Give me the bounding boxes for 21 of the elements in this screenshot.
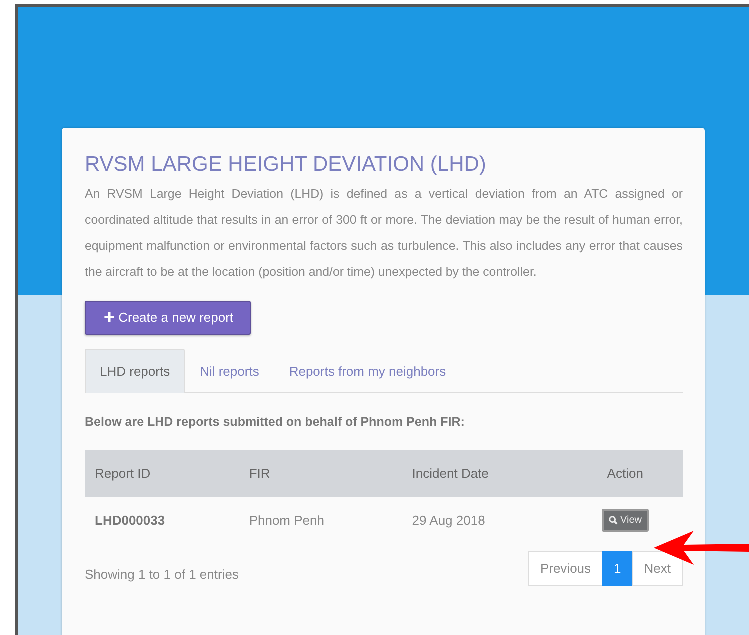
tab[interactable]: Nil reports xyxy=(185,348,274,394)
pagination-button[interactable]: Previous xyxy=(528,550,604,586)
column-header: Action xyxy=(568,450,683,497)
page-title: RVSM LARGE HEIGHT DEVIATION (LHD) xyxy=(85,152,488,178)
pagination-button[interactable]: Next xyxy=(632,550,683,586)
table-cell: LHD000033 xyxy=(85,496,240,544)
tab[interactable]: Reports from my neighbors xyxy=(274,348,462,394)
description: An RVSM Large Height Deviation (LHD) is defined as a vertical deviation from an ATC assigned or coordinated altitude that results in an error of 300 ft or more. The deviation may be the result of human error, equipment malfunction or environmental factors such as turbulence. This also includes any error that causes the aircraft to be at the location (position and/or time) unexpected by the controller. xyxy=(85,186,683,282)
table-cell: 29 Aug 2018 xyxy=(402,496,568,544)
column-header: Report ID xyxy=(85,450,240,497)
tab[interactable]: LHD reports xyxy=(85,348,186,394)
view-button[interactable]: View xyxy=(602,508,650,532)
intro-text: Below are LHD reports submitted on behalf of Phnom Penh FIR: xyxy=(85,414,466,432)
create-report-button[interactable]: ✚ Create a new report xyxy=(85,301,251,335)
entries-summary: Showing 1 to 1 of 1 entries xyxy=(85,566,239,584)
column-header: Incident Date xyxy=(402,450,568,497)
table-cell: Phnom Penh xyxy=(239,496,402,544)
column-header: FIR xyxy=(239,450,402,497)
pagination-button[interactable]: 1 xyxy=(602,550,634,586)
plus-icon: ✚ xyxy=(104,310,115,326)
search-icon xyxy=(608,516,618,525)
